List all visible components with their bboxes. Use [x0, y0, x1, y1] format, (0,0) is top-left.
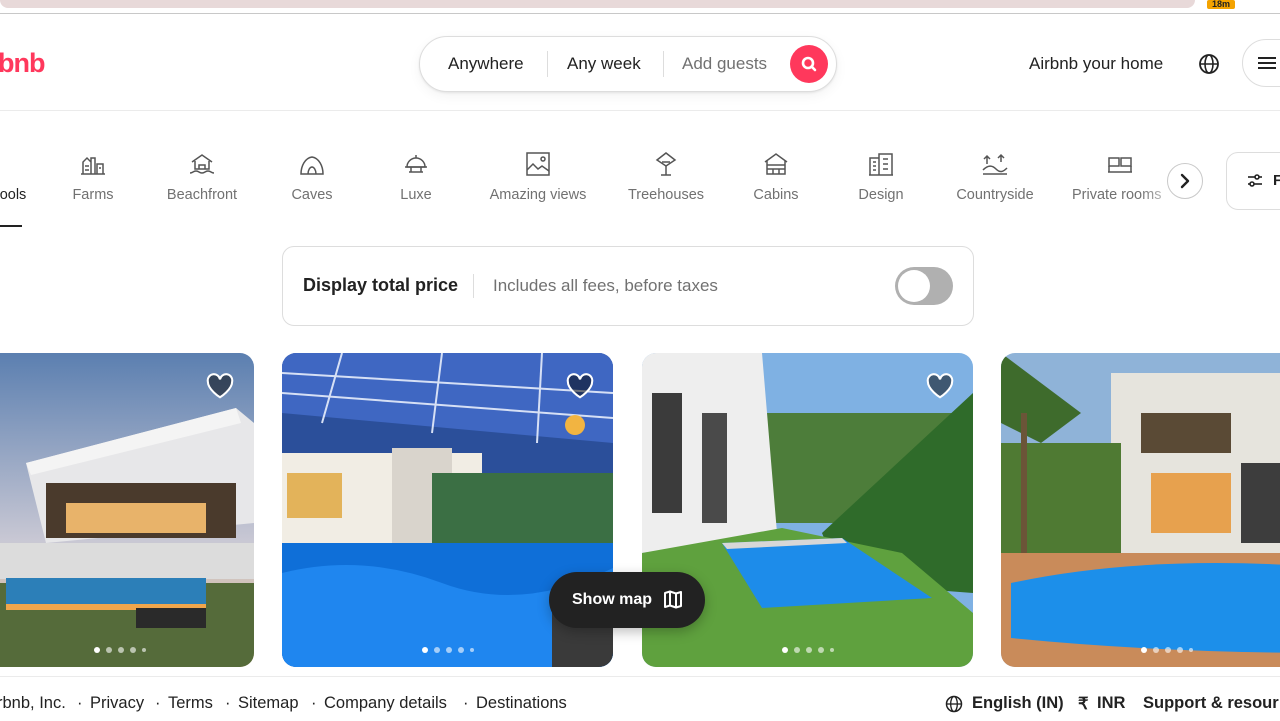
category-cabins[interactable]: Cabins	[746, 150, 806, 203]
search-divider	[663, 51, 664, 77]
listing-card[interactable]	[0, 353, 254, 667]
footer-separator: ·	[155, 694, 161, 712]
luxe-icon	[405, 155, 427, 173]
globe-icon	[945, 695, 963, 713]
chevron-right-icon	[1180, 173, 1190, 189]
category-farms[interactable]: Farms	[63, 150, 123, 203]
category-design[interactable]: Design	[851, 150, 911, 203]
active-category-indicator	[0, 225, 22, 227]
footer-link-company-details[interactable]: Company details	[324, 694, 447, 713]
category-pools[interactable]: ools	[0, 150, 30, 203]
support-resources-button[interactable]: Support & resour	[1143, 694, 1279, 713]
site-header: bnb Anywhere Any week Add guests Airbnb …	[0, 14, 1280, 111]
show-map-button[interactable]: Show map	[549, 572, 705, 628]
footer-separator: ·	[77, 694, 83, 712]
search-submit-button[interactable]	[790, 45, 828, 83]
search-add-guests-button[interactable]: Add guests	[682, 37, 767, 91]
panel-divider	[473, 274, 474, 298]
total-price-subtitle: Includes all fees, before taxes	[493, 276, 718, 295]
filters-button[interactable]: F	[1226, 152, 1280, 210]
photo-pagination	[642, 647, 973, 653]
browser-chrome-strip: 18m	[0, 0, 1280, 14]
heart-icon[interactable]	[565, 371, 595, 401]
search-anywhere-button[interactable]: Anywhere	[448, 37, 524, 91]
footer-separator: ·	[463, 694, 469, 712]
category-label: Countryside	[956, 187, 1034, 203]
language-selector[interactable]: English (IN)	[972, 694, 1064, 713]
countryside-icon	[982, 153, 1008, 175]
user-menu-button[interactable]	[1242, 39, 1280, 87]
category-countryside[interactable]: Countryside	[949, 150, 1041, 203]
category-label: Treehouses	[627, 187, 705, 203]
filters-label: F	[1273, 172, 1280, 189]
search-any-week-button[interactable]: Any week	[567, 37, 641, 91]
photo-pagination	[1001, 647, 1280, 653]
sliders-icon	[1248, 174, 1262, 187]
treehouse-icon	[655, 152, 677, 176]
category-treehouses[interactable]: Treehouses	[623, 150, 709, 203]
categories-next-button[interactable]	[1167, 163, 1203, 199]
category-luxe[interactable]: Luxe	[386, 150, 446, 203]
airbnb-logo[interactable]: bnb	[0, 48, 45, 79]
category-label: Amazing views	[489, 187, 587, 203]
site-footer: rbnb, Inc. · Privacy · Terms · Sitemap ·…	[0, 676, 1280, 721]
airbnb-your-home-link[interactable]: Airbnb your home	[1029, 54, 1163, 74]
footer-company: rbnb, Inc.	[0, 694, 66, 712]
currency-selector[interactable]: INR	[1097, 694, 1125, 713]
footer-link-destinations[interactable]: Destinations	[476, 694, 567, 713]
listing-card[interactable]	[1001, 353, 1280, 667]
listing-photo[interactable]	[1001, 353, 1280, 667]
category-label: Farms	[72, 187, 114, 203]
heart-icon[interactable]	[925, 371, 955, 401]
category-amazing-views[interactable]: Amazing views	[484, 150, 592, 203]
photo-pagination	[282, 647, 613, 653]
search-bar[interactable]: Anywhere Any week Add guests	[419, 36, 837, 92]
search-divider	[547, 51, 548, 77]
views-icon	[526, 152, 550, 176]
hamburger-icon	[1258, 57, 1276, 69]
category-label: Caves	[291, 187, 333, 203]
show-map-label: Show map	[572, 591, 653, 608]
footer-link-privacy[interactable]: Privacy	[90, 694, 144, 713]
category-label: Cabins	[753, 187, 799, 203]
display-total-price-panel: Display total price Includes all fees, b…	[282, 246, 974, 326]
footer-link-sitemap[interactable]: Sitemap	[238, 694, 299, 713]
beach-icon	[189, 154, 215, 174]
globe-icon[interactable]	[1197, 52, 1221, 76]
map-icon	[664, 590, 682, 609]
total-price-title: Display total price	[303, 275, 459, 295]
category-label: Design	[858, 187, 904, 203]
footer-separator: ·	[311, 694, 317, 712]
browser-tab-strip	[0, 0, 1195, 8]
private-room-icon	[1108, 157, 1132, 173]
footer-separator: ·	[225, 694, 231, 712]
footer-link-terms[interactable]: Terms	[168, 694, 213, 713]
category-caves[interactable]: Caves	[282, 150, 342, 203]
category-label: Beachfront	[166, 187, 238, 203]
category-label: Luxe	[400, 187, 432, 203]
search-icon	[801, 56, 817, 72]
farm-icon	[81, 156, 105, 175]
photo-pagination	[0, 647, 254, 653]
timer-badge: 18m	[1207, 0, 1235, 9]
currency-symbol: ₹	[1078, 695, 1089, 713]
cave-icon	[300, 156, 324, 175]
heart-icon[interactable]	[205, 371, 235, 401]
toggle-knob	[898, 270, 930, 302]
category-label: ools	[0, 187, 27, 203]
category-beachfront[interactable]: Beachfront	[162, 150, 242, 203]
cabin-icon	[764, 153, 788, 175]
design-icon	[869, 153, 893, 176]
total-price-toggle[interactable]	[895, 267, 953, 305]
